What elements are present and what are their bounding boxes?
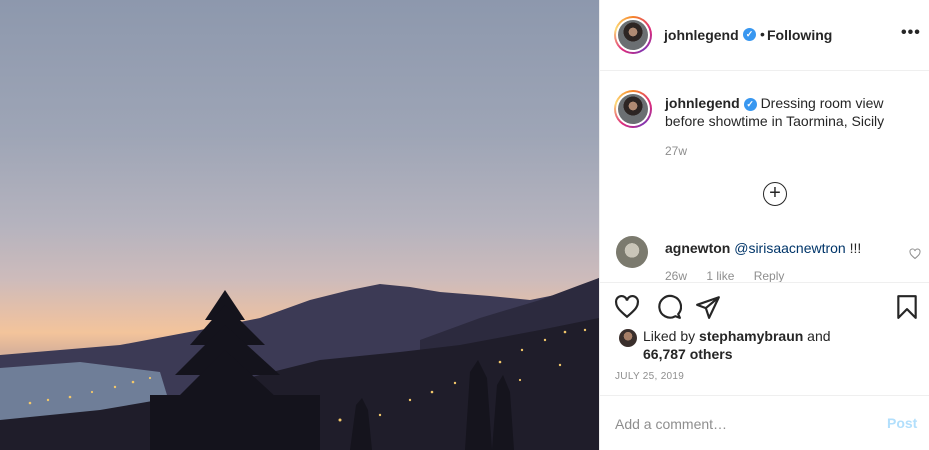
caption-timestamp[interactable]: 27w xyxy=(665,144,687,158)
landscape-illustration xyxy=(0,278,599,450)
action-bar xyxy=(600,282,929,326)
comment-meta: 26w 1 like Reply xyxy=(665,269,800,282)
author-username[interactable]: johnlegend xyxy=(664,27,739,43)
comment-like-heart-icon[interactable] xyxy=(909,248,921,260)
comment-mention-link[interactable]: @sirisaacnewtron xyxy=(734,240,845,256)
liker-username[interactable]: stephamybraun xyxy=(699,328,803,344)
more-options-icon[interactable]: ••• xyxy=(901,24,921,42)
commenter-avatar[interactable] xyxy=(616,236,648,268)
post-photo[interactable] xyxy=(0,0,599,450)
liker-avatar[interactable] xyxy=(619,329,637,347)
comment-likes[interactable]: 1 like xyxy=(706,269,734,282)
caption-avatar[interactable] xyxy=(614,90,652,128)
caption-text-block: johnlegend ✓ Dressing room view before sh… xyxy=(665,94,915,130)
likes-prefix: Liked by xyxy=(643,328,700,344)
bookmark-icon[interactable] xyxy=(894,294,920,320)
share-icon[interactable] xyxy=(695,294,721,320)
likes-text: Liked by stephamybraun and 66,787 others xyxy=(643,327,903,363)
post-date[interactable]: JULY 25, 2019 xyxy=(615,371,684,382)
following-button[interactable]: Following xyxy=(767,27,832,43)
heart-icon[interactable] xyxy=(614,294,640,320)
verified-badge-icon: ✓ xyxy=(743,97,757,111)
add-comment-input[interactable] xyxy=(615,414,865,434)
author-avatar[interactable] xyxy=(614,16,652,54)
comment-reply-button[interactable]: Reply xyxy=(754,269,785,282)
load-more-comments-icon[interactable]: + xyxy=(763,182,787,206)
post-comment-button[interactable]: Post xyxy=(887,415,917,431)
separator-dot: • xyxy=(760,26,765,42)
add-comment-section: Post xyxy=(600,395,929,450)
likes-and: and xyxy=(803,328,831,344)
likes-count-button[interactable]: 66,787 others xyxy=(643,346,733,362)
comment-icon[interactable] xyxy=(656,294,682,320)
post-header: johnlegend ✓ • Following ••• xyxy=(600,0,929,71)
comment-item: agnewton @sirisaacnewtron !!! 26w 1 like… xyxy=(600,234,929,282)
caption-username[interactable]: johnlegend xyxy=(665,95,740,111)
post-detail-panel: johnlegend ✓ • Following ••• johnlegend ✓… xyxy=(599,0,929,450)
commenter-username[interactable]: agnewton xyxy=(665,240,730,256)
comment-body: !!! xyxy=(845,240,862,256)
comment-time[interactable]: 26w xyxy=(665,269,687,282)
verified-badge-icon: ✓ xyxy=(743,28,756,41)
comment-text: agnewton @sirisaacnewtron !!! xyxy=(665,240,861,256)
